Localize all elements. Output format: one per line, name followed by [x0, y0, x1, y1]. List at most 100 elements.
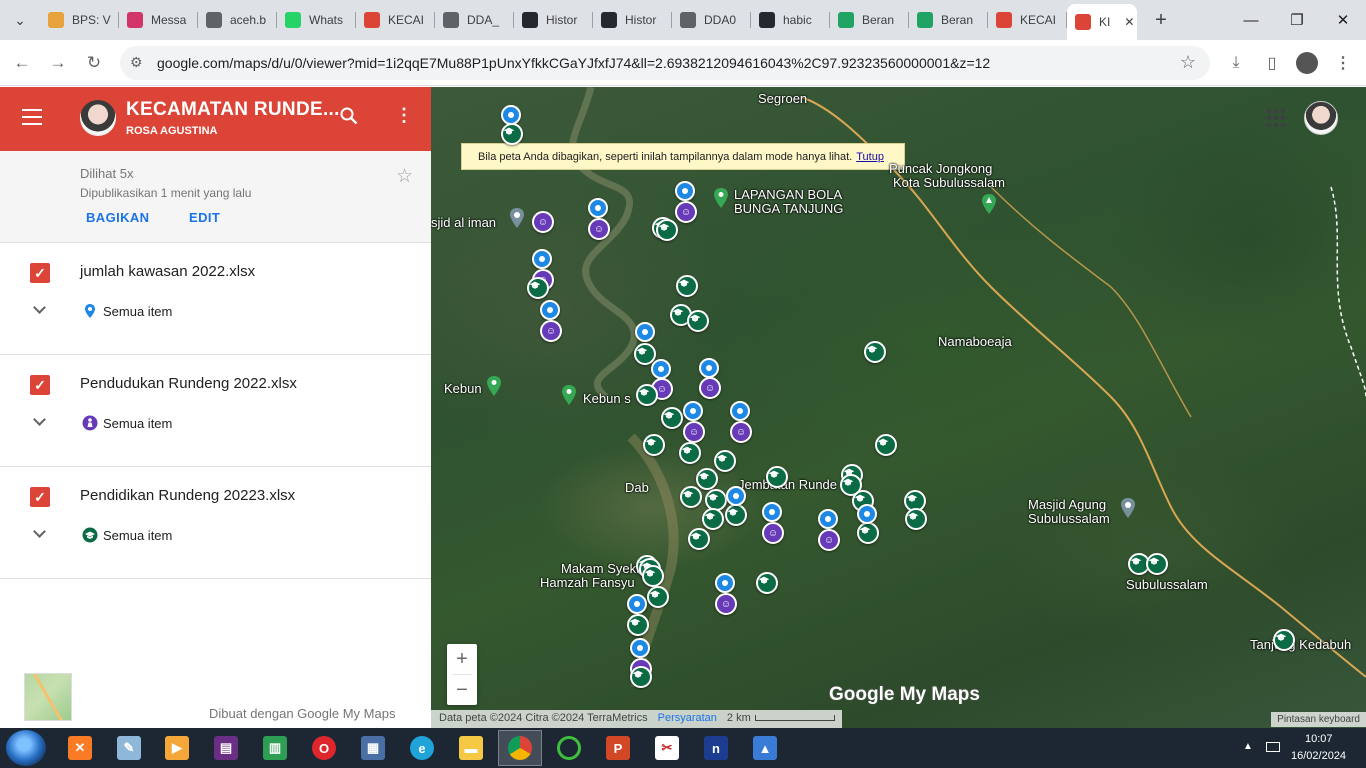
zoom-in-button[interactable]: +	[447, 644, 477, 674]
scale-label[interactable]: 2 km	[727, 712, 751, 724]
side-panel-icon[interactable]: ▯	[1261, 52, 1283, 74]
penduduk-marker[interactable]: ☺	[683, 421, 705, 443]
kawasan-marker[interactable]	[532, 249, 552, 269]
account-avatar[interactable]	[1304, 101, 1338, 135]
search-icon[interactable]	[340, 107, 358, 130]
browser-tab[interactable]: DDA0	[672, 6, 751, 34]
share-button[interactable]: BAGIKAN	[86, 210, 149, 225]
battery-icon[interactable]	[1266, 742, 1280, 752]
pendidikan-marker[interactable]	[642, 565, 664, 587]
taskbar-app-network[interactable]: ▦	[351, 730, 395, 766]
kawasan-marker[interactable]	[726, 486, 746, 506]
kawasan-marker[interactable]	[683, 401, 703, 421]
layer-visibility-checkbox[interactable]: ✓	[30, 375, 50, 395]
address-bar[interactable]: ⚙ google.com/maps/d/u/0/viewer?mid=1i2qq…	[120, 46, 1210, 80]
browser-tab[interactable]: Histor	[593, 6, 672, 34]
clock-time[interactable]: 10:07	[1305, 733, 1333, 745]
layer-visibility-checkbox[interactable]: ✓	[30, 487, 50, 507]
close-tab-icon[interactable]: ✕	[1124, 15, 1134, 29]
penduduk-marker[interactable]: ☺	[762, 522, 784, 544]
pendidikan-marker[interactable]	[647, 586, 669, 608]
kawasan-marker[interactable]	[818, 509, 838, 529]
tab-search-button[interactable]: ⌄	[8, 8, 32, 32]
browser-tab[interactable]: Beran	[909, 6, 988, 34]
taskbar-app-edge[interactable]: e	[400, 730, 444, 766]
pendidikan-marker[interactable]	[656, 219, 678, 241]
pendidikan-marker[interactable]	[679, 442, 701, 464]
made-with-credit[interactable]: Dibuat dengan Google My Maps	[209, 706, 395, 721]
pendidikan-marker[interactable]	[725, 504, 747, 526]
back-button[interactable]: ←	[8, 49, 36, 77]
park-pin-icon[interactable]	[980, 193, 998, 215]
taskbar-app-chrome[interactable]	[498, 730, 542, 766]
garden-pin-icon[interactable]	[485, 375, 503, 397]
zoom-out-button[interactable]: −	[447, 675, 477, 705]
reload-button[interactable]: ↻	[80, 49, 108, 77]
taskbar-app-paint[interactable]: ✎	[107, 730, 151, 766]
edit-button[interactable]: EDIT	[189, 210, 220, 225]
browser-tab[interactable]: KECAI	[356, 6, 435, 34]
pendidikan-marker[interactable]	[661, 407, 683, 429]
browser-tab[interactable]: KECAI	[988, 6, 1067, 34]
taskbar-app-spreadsheet[interactable]: ▥	[253, 730, 297, 766]
show-hidden-icons[interactable]: ▲	[1243, 741, 1253, 752]
browser-tab[interactable]: Messa	[119, 6, 198, 34]
kawasan-marker[interactable]	[857, 504, 877, 524]
kawasan-marker[interactable]	[762, 502, 782, 522]
start-button[interactable]	[6, 730, 46, 766]
url-text[interactable]: google.com/maps/d/u/0/viewer?mid=1i2qqE7…	[157, 55, 990, 71]
browser-tab[interactable]: DDA_	[435, 6, 514, 34]
kawasan-marker[interactable]	[651, 359, 671, 379]
browser-tab[interactable]: Whats	[277, 6, 356, 34]
browser-tab[interactable]: aceh.b	[198, 6, 277, 34]
layer-visibility-checkbox[interactable]: ✓	[30, 263, 50, 283]
forward-button[interactable]: →	[44, 49, 72, 77]
pendidikan-marker[interactable]	[766, 466, 788, 488]
kawasan-marker[interactable]	[730, 401, 750, 421]
layer-item-label[interactable]: Semua item	[103, 304, 172, 319]
pendidikan-marker[interactable]	[1146, 553, 1168, 575]
taskbar-app-photos[interactable]: ▲	[743, 730, 787, 766]
clock-date[interactable]: 16/02/2024	[1291, 750, 1346, 762]
browser-menu-icon[interactable]: ⋮	[1332, 52, 1354, 74]
pendidikan-marker[interactable]	[680, 486, 702, 508]
pendidikan-marker[interactable]	[702, 508, 724, 530]
taskbar-app-xampp[interactable]: ✕	[58, 730, 102, 766]
chevron-down-icon[interactable]	[32, 525, 48, 541]
pendidikan-marker[interactable]	[905, 508, 927, 530]
star-map-icon[interactable]: ☆	[396, 165, 413, 188]
pendidikan-marker[interactable]	[857, 522, 879, 544]
mosque-pin-icon[interactable]	[1119, 497, 1137, 519]
taskbar-app-notion[interactable]: n	[694, 730, 738, 766]
terms-link[interactable]: Persyaratan	[658, 712, 717, 724]
layer-item-label[interactable]: Semua item	[103, 416, 172, 431]
penduduk-marker[interactable]: ☺	[715, 593, 737, 615]
penduduk-marker[interactable]: ☺	[588, 218, 610, 240]
restore-button[interactable]: ❐	[1274, 0, 1320, 40]
browser-tab[interactable]: habic	[751, 6, 830, 34]
basemap-thumbnail[interactable]	[24, 673, 72, 721]
profile-avatar[interactable]	[1296, 52, 1318, 74]
pendidikan-marker[interactable]	[630, 666, 652, 688]
taskbar-app-file-explorer[interactable]: ▬	[449, 730, 493, 766]
mosque-pin-icon[interactable]	[508, 207, 526, 229]
park-pin-icon[interactable]	[712, 187, 730, 209]
pendidikan-marker[interactable]	[676, 275, 698, 297]
chevron-down-icon[interactable]	[32, 413, 48, 429]
kawasan-marker[interactable]	[635, 322, 655, 342]
more-options-icon[interactable]: ⋮	[395, 105, 413, 126]
apps-grid-icon[interactable]	[1267, 109, 1285, 127]
browser-tab[interactable]: KI ✕	[1067, 4, 1137, 40]
chevron-down-icon[interactable]	[32, 301, 48, 317]
taskbar-app-opera[interactable]: O	[302, 730, 346, 766]
bookmark-star-icon[interactable]: ☆	[1180, 52, 1196, 73]
penduduk-marker[interactable]: ☺	[540, 320, 562, 342]
pendidikan-marker[interactable]	[1273, 629, 1295, 651]
pendidikan-marker[interactable]	[864, 341, 886, 363]
pendidikan-marker[interactable]	[501, 123, 523, 145]
site-info-icon[interactable]: ⚙	[130, 54, 143, 71]
penduduk-marker[interactable]: ☺	[675, 201, 697, 223]
penduduk-marker[interactable]: ☺	[699, 377, 721, 399]
kawasan-marker[interactable]	[699, 358, 719, 378]
browser-tab[interactable]: BPS: V	[40, 6, 119, 34]
